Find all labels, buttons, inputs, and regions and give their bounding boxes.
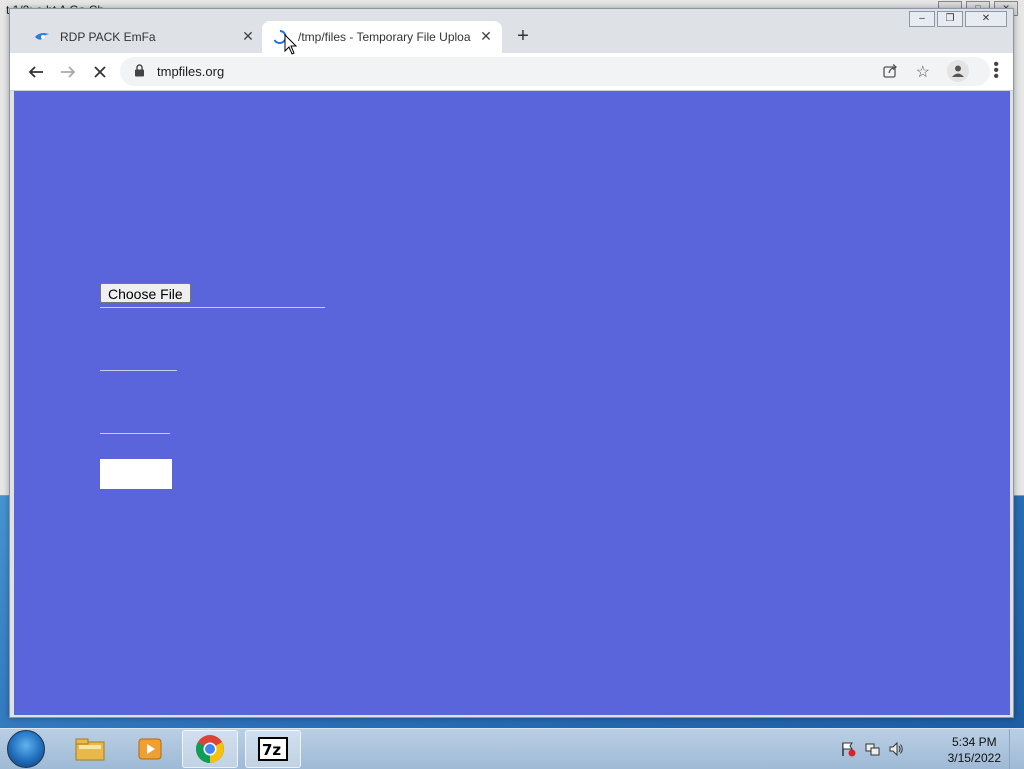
system-tray [840, 741, 904, 762]
7zip-taskbar-icon[interactable]: 7z [245, 730, 301, 768]
rdp-favicon-icon [34, 29, 50, 45]
more-menu-icon[interactable]: • • • [993, 57, 999, 85]
taskbar: 7z 5:34 PM 3/15/2022 [0, 728, 1024, 769]
action-center-flag-icon[interactable] [840, 741, 856, 762]
tab-label: /tmp/files - Temporary File Uploa [298, 30, 471, 44]
choose-file-button[interactable]: Choose File [100, 283, 191, 303]
clock-date: 3/15/2022 [947, 751, 1001, 765]
close-window-icon[interactable]: ✕ [965, 11, 1007, 27]
file-input-underline [100, 307, 325, 308]
tab-label: RDP PACK EmFa [60, 30, 156, 44]
browser-toolbar: tmpfiles.org ☆ • • • [10, 53, 1013, 91]
tab-close-icon[interactable]: ✕ [478, 28, 494, 45]
address-url[interactable]: tmpfiles.org [157, 64, 224, 79]
browser-window: RDP PACK EmFa ✕ /tmp/files - Temporary F… [9, 8, 1014, 718]
minimize-icon[interactable]: – [909, 11, 935, 27]
svg-text:7z: 7z [262, 741, 281, 759]
window-controls: – ❐ ✕ [909, 11, 1007, 27]
show-desktop-button[interactable] [1009, 729, 1024, 769]
mouse-cursor-icon [284, 34, 298, 55]
page-content: Choose File [14, 91, 1010, 715]
start-button[interactable] [7, 730, 45, 768]
restore-icon[interactable]: ❐ [937, 11, 963, 27]
field-underline [100, 370, 177, 371]
file-explorer-icon[interactable] [62, 730, 118, 768]
tab-strip: RDP PACK EmFa ✕ /tmp/files - Temporary F… [10, 9, 1013, 53]
volume-icon[interactable] [888, 741, 904, 762]
tab-close-icon[interactable]: ✕ [240, 28, 256, 45]
lock-icon[interactable] [134, 64, 145, 82]
clock-time: 5:34 PM [951, 735, 997, 749]
address-bar[interactable]: tmpfiles.org ☆ [120, 57, 990, 86]
back-arrow-icon[interactable] [24, 60, 48, 84]
system-clock[interactable]: 5:34 PM 3/15/2022 [948, 734, 1001, 766]
forward-arrow-icon[interactable] [56, 60, 80, 84]
stop-loading-icon[interactable] [88, 60, 112, 84]
upload-button[interactable] [100, 459, 172, 489]
tab-tmpfiles[interactable]: /tmp/files - Temporary File Uploa ✕ [262, 21, 502, 53]
tab-rdp-pack[interactable]: RDP PACK EmFa ✕ [24, 21, 264, 53]
bookmark-star-icon[interactable]: ☆ [916, 62, 930, 82]
profile-avatar-icon[interactable] [947, 60, 969, 82]
chrome-taskbar-icon[interactable] [182, 730, 238, 768]
new-tab-button[interactable]: + [512, 25, 534, 47]
network-icon[interactable] [864, 741, 880, 762]
media-player-icon[interactable] [122, 730, 178, 768]
field-underline [100, 433, 170, 434]
share-icon[interactable] [882, 63, 898, 84]
